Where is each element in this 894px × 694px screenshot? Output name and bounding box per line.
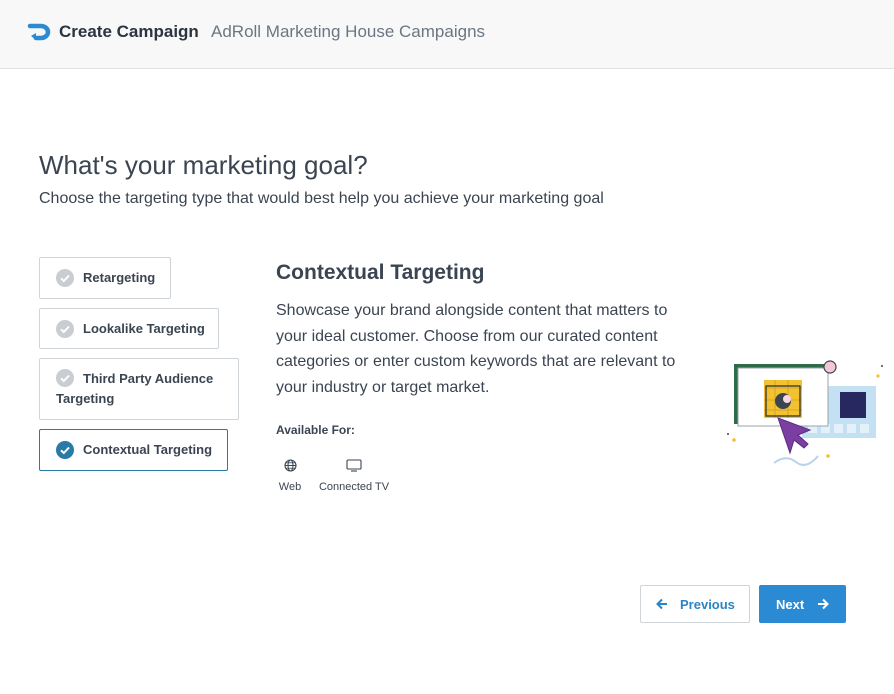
check-circle-icon [56, 369, 74, 387]
option-third-party-audience-targeting[interactable]: Third Party Audience Targeting [39, 358, 239, 420]
contextual-targeting-illustration [727, 360, 883, 466]
previous-button[interactable]: Previous [640, 585, 750, 623]
option-lookalike-targeting[interactable]: Lookalike Targeting [39, 308, 219, 349]
previous-button-label: Previous [680, 597, 735, 612]
page-title: What's your marketing goal? [39, 150, 368, 180]
option-label: Contextual Targeting [83, 442, 213, 457]
check-circle-icon [56, 269, 74, 287]
detail-description: Showcase your brand alongside content th… [276, 302, 676, 396]
option-label: Third Party Audience [83, 371, 214, 386]
detail-title: Contextual Targeting [276, 261, 485, 284]
next-button-label: Next [776, 597, 805, 612]
platform-connected-tv: Connected TV [315, 459, 393, 493]
option-contextual-targeting[interactable]: Contextual Targeting [39, 429, 228, 471]
app-header: Create Campaign AdRoll Marketing House C… [0, 0, 894, 69]
tv-icon [346, 459, 362, 472]
option-retargeting[interactable]: Retargeting [39, 257, 171, 299]
platform-web: Web [276, 459, 304, 493]
option-label-line2: Targeting [56, 391, 115, 406]
header-title: Create Campaign [59, 22, 199, 41]
arrow-left-icon [656, 598, 667, 610]
available-for-label: Available For: [276, 423, 355, 437]
header-subtitle: AdRoll Marketing House Campaigns [211, 22, 486, 41]
adroll-logo-icon [27, 23, 51, 41]
check-circle-icon [56, 320, 74, 338]
page-subtitle: Choose the targeting type that would bes… [39, 190, 604, 207]
next-button[interactable]: Next [759, 585, 846, 623]
option-label: Lookalike Targeting [83, 321, 205, 336]
globe-icon [283, 459, 297, 472]
platform-label: Web [278, 481, 302, 493]
check-circle-icon [56, 441, 74, 459]
platform-label: Connected TV [318, 481, 390, 493]
arrow-right-icon [818, 598, 829, 610]
option-label: Retargeting [83, 270, 156, 285]
